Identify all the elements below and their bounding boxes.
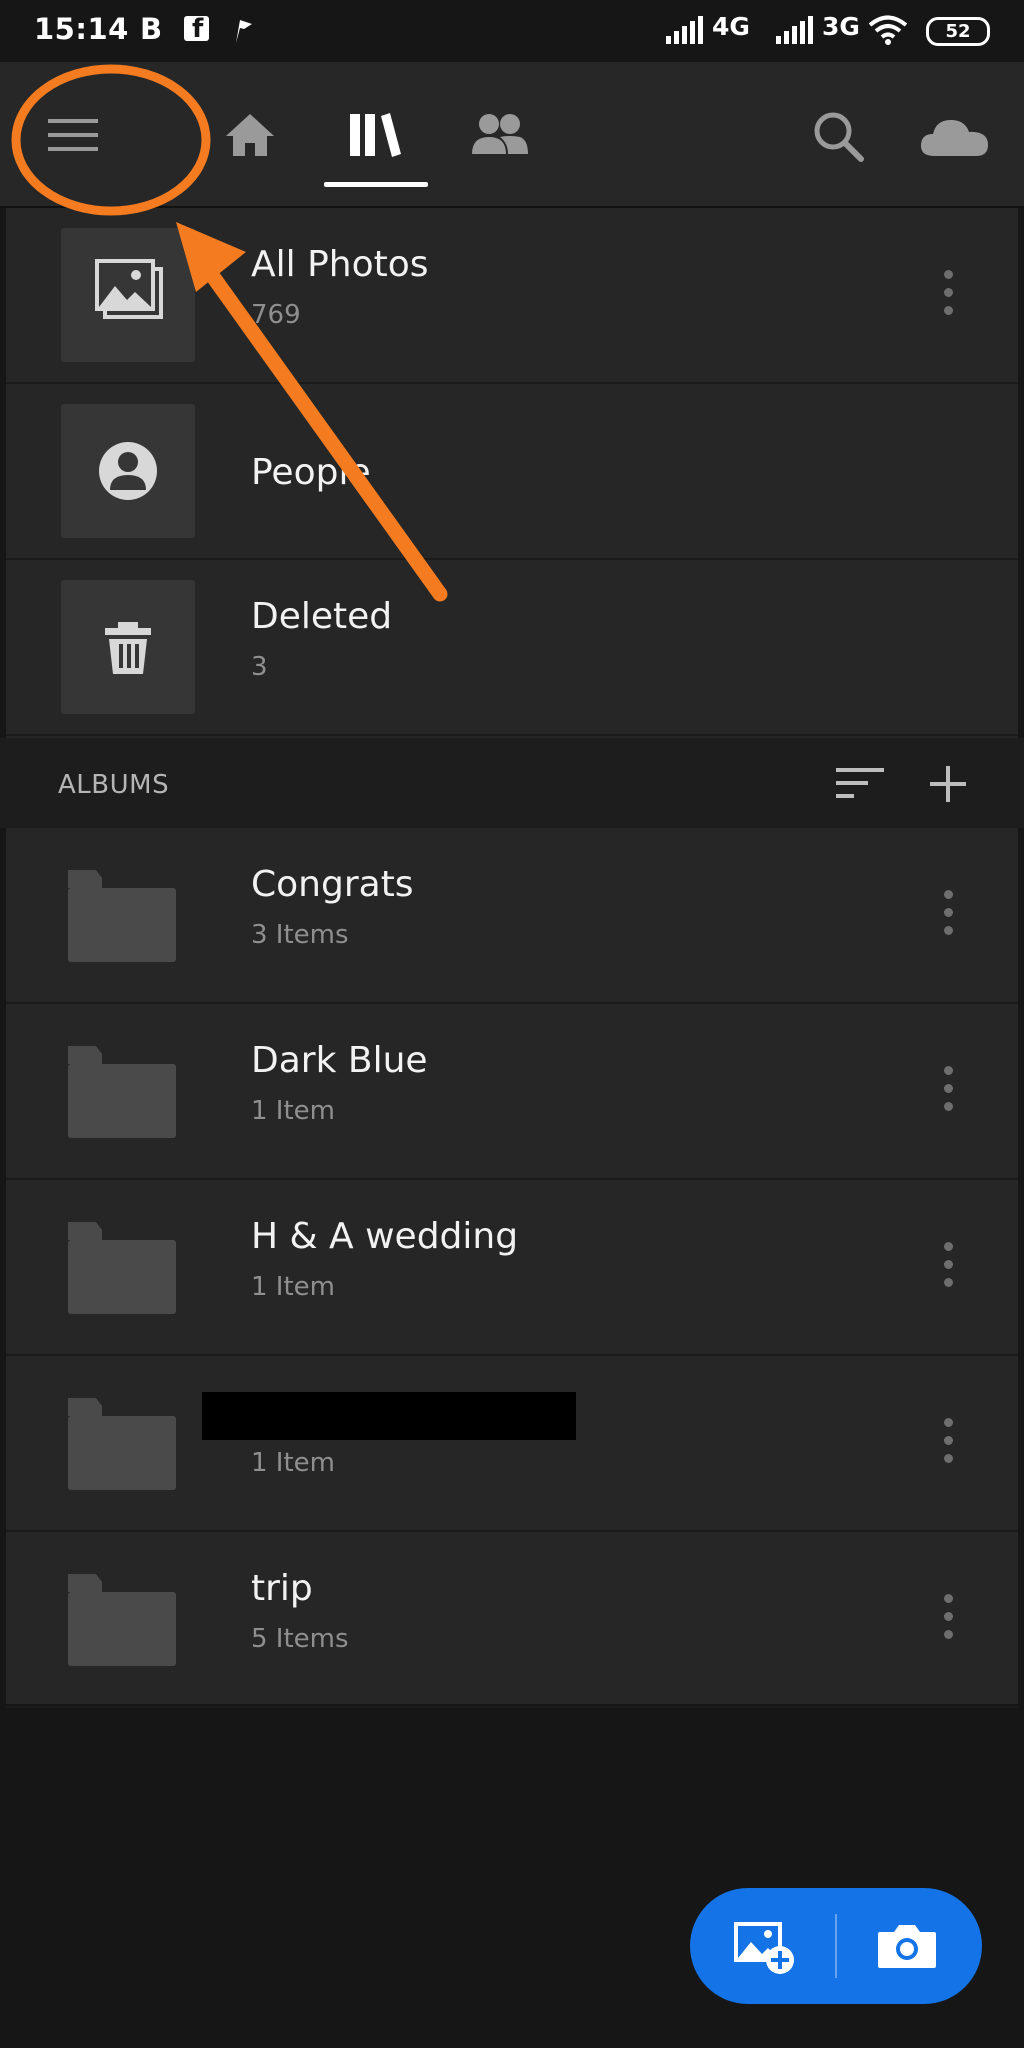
albums-title: ALBUMS xyxy=(58,770,170,800)
row-title: People xyxy=(251,452,371,493)
people-thumbnail xyxy=(61,404,195,538)
b-app-icon: B xyxy=(140,12,163,46)
wifi-icon xyxy=(868,15,908,45)
album-name: Congrats xyxy=(251,864,414,905)
person-icon xyxy=(99,442,157,500)
active-tab-indicator xyxy=(324,182,428,187)
album-name: trip xyxy=(251,1568,313,1609)
more-options-icon[interactable] xyxy=(936,1594,960,1646)
deleted-thumbnail xyxy=(61,580,195,714)
camera-icon[interactable] xyxy=(876,1922,938,1970)
folder-icon xyxy=(68,1574,176,1666)
album-name: Dark Blue xyxy=(251,1040,428,1081)
library-icon[interactable] xyxy=(348,110,402,158)
network-type-1: 4G xyxy=(712,12,750,41)
all-photos-row[interactable]: All Photos 769 xyxy=(6,208,1018,384)
people-row[interactable]: People xyxy=(6,384,1018,560)
flag-icon xyxy=(236,20,252,43)
row-count: 3 xyxy=(251,652,268,682)
folder-icon xyxy=(68,1222,176,1314)
battery-indicator: 52 xyxy=(926,17,990,46)
row-count: 769 xyxy=(251,300,301,330)
folder-icon xyxy=(68,1046,176,1138)
more-options-icon[interactable] xyxy=(936,1242,960,1294)
folder-icon xyxy=(68,870,176,962)
status-bar: 15:14 B f 4G 3G 52 xyxy=(0,0,1024,62)
album-count: 3 Items xyxy=(251,920,349,950)
album-count: 1 Item xyxy=(251,1272,335,1302)
albums-list: Congrats 3 Items Dark Blue 1 Item H & A … xyxy=(6,828,1018,1708)
status-time: 15:14 xyxy=(34,12,129,46)
signal-icon xyxy=(776,16,813,44)
album-row[interactable]: Dark Blue 1 Item xyxy=(6,1004,1018,1180)
fab-divider xyxy=(835,1914,837,1978)
album-count: 1 Item xyxy=(251,1096,335,1126)
album-row[interactable]: H & A wedding 1 Item xyxy=(6,1180,1018,1356)
more-options-icon[interactable] xyxy=(936,1066,960,1118)
trash-icon xyxy=(105,622,151,674)
album-count: 5 Items xyxy=(251,1624,349,1654)
albums-header: ALBUMS xyxy=(0,738,1024,828)
all-photos-thumbnail xyxy=(61,228,195,362)
album-count: 1 Item xyxy=(251,1448,335,1478)
network-type-2: 3G xyxy=(822,12,860,41)
row-title: All Photos xyxy=(251,244,429,285)
library-list: All Photos 769 People Deleted 3 xyxy=(6,208,1018,738)
add-photos-fab xyxy=(690,1888,982,2004)
more-options-icon[interactable] xyxy=(936,890,960,942)
sort-icon[interactable] xyxy=(836,764,886,802)
more-options-icon[interactable] xyxy=(936,1418,960,1470)
row-title: Deleted xyxy=(251,596,393,637)
album-row[interactable]: Congrats 3 Items xyxy=(6,828,1018,1004)
more-options-icon[interactable] xyxy=(936,270,960,322)
folder-icon xyxy=(68,1398,176,1490)
album-row[interactable]: 1 Item xyxy=(6,1356,1018,1532)
people-tab-icon[interactable] xyxy=(470,112,530,156)
add-photo-icon[interactable] xyxy=(734,1920,796,1976)
add-icon[interactable] xyxy=(928,764,968,804)
top-nav-bar xyxy=(0,62,1024,208)
deleted-row[interactable]: Deleted 3 xyxy=(6,560,1018,736)
album-name: H & A wedding xyxy=(251,1216,519,1257)
signal-icon xyxy=(666,16,703,44)
home-icon[interactable] xyxy=(224,112,276,158)
search-icon[interactable] xyxy=(812,110,864,162)
album-row[interactable]: trip 5 Items xyxy=(6,1532,1018,1708)
cloud-icon[interactable] xyxy=(920,114,990,158)
photos-icon xyxy=(95,259,163,319)
menu-icon[interactable] xyxy=(48,117,98,153)
redacted-album-name xyxy=(202,1392,576,1440)
facebook-icon: f xyxy=(184,14,209,44)
